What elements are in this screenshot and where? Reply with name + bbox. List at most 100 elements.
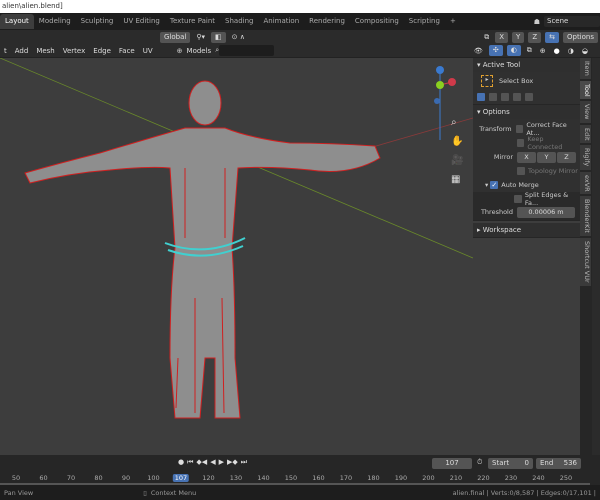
play-icon[interactable]: ▶ bbox=[219, 458, 224, 467]
frame-tick: 190 bbox=[394, 474, 408, 482]
next-keyframe-icon[interactable]: ▶◆ bbox=[227, 458, 238, 467]
mirror-z-button[interactable]: Z bbox=[557, 151, 576, 163]
tab-shading[interactable]: Shading bbox=[220, 14, 258, 29]
orientation-dropdown[interactable]: Global bbox=[160, 31, 191, 43]
menu-add[interactable]: Add bbox=[11, 47, 33, 55]
jump-end-icon[interactable]: ⏭ bbox=[241, 458, 247, 467]
end-value: 536 bbox=[563, 459, 577, 467]
gizmo-icon[interactable]: ✣ bbox=[488, 45, 503, 56]
visibility-icon[interactable]: 👁 bbox=[470, 47, 487, 55]
auto-merge-checkbox[interactable]: ✓ bbox=[490, 181, 499, 189]
auto-merge-icon[interactable]: ⇆ bbox=[545, 31, 559, 43]
menu-select[interactable]: t bbox=[0, 47, 11, 55]
stopwatch-icon[interactable]: ⏱ bbox=[477, 458, 482, 467]
pivot-icon[interactable]: ⚲▾ bbox=[192, 33, 209, 41]
keep-connected-label: Keep Connected bbox=[527, 135, 563, 151]
snap-icon[interactable]: ◧ bbox=[210, 31, 226, 43]
threshold-field[interactable]: 0.00006 m bbox=[517, 206, 575, 218]
mirror-x-button[interactable]: X bbox=[517, 151, 536, 163]
vtab-item[interactable]: Item bbox=[580, 58, 591, 79]
menu-mesh[interactable]: Mesh bbox=[32, 47, 58, 55]
xray-icon[interactable]: ⧉ bbox=[523, 46, 536, 55]
tab-modeling[interactable]: Modeling bbox=[34, 14, 76, 29]
tab-sculpting[interactable]: Sculpting bbox=[76, 14, 119, 29]
prev-keyframe-icon[interactable]: ◆◀ bbox=[196, 458, 207, 467]
select-mode-extend-icon[interactable] bbox=[489, 93, 497, 101]
frame-tick: 70 bbox=[66, 474, 76, 482]
status-stats: alien.final | Verts:0/8,587 | Edges:0/17… bbox=[452, 488, 596, 497]
add-workspace-button[interactable]: + bbox=[445, 14, 461, 29]
tab-rendering[interactable]: Rendering bbox=[304, 14, 350, 29]
frame-tick: 150 bbox=[284, 474, 298, 482]
current-frame-field[interactable]: 107 bbox=[432, 458, 472, 469]
collection-dropdown[interactable]: Models bbox=[183, 47, 216, 55]
search-input[interactable] bbox=[219, 45, 275, 56]
mirror-y-button[interactable]: Y bbox=[537, 151, 556, 163]
auto-merge-label: Auto Merge bbox=[501, 181, 539, 189]
menu-face[interactable]: Face bbox=[115, 47, 139, 55]
select-mode-subtract-icon[interactable] bbox=[501, 93, 509, 101]
active-tool-header[interactable]: ▾ Active Tool bbox=[473, 58, 580, 72]
tab-layout[interactable]: Layout bbox=[0, 14, 34, 29]
tab-scripting[interactable]: Scripting bbox=[404, 14, 445, 29]
vtab-tool[interactable]: Tool bbox=[580, 80, 591, 100]
options-dropdown[interactable]: Options bbox=[562, 31, 598, 43]
tab-compositing[interactable]: Compositing bbox=[350, 14, 404, 29]
tab-texture-paint[interactable]: Texture Paint bbox=[165, 14, 220, 29]
proportional-icon[interactable]: ⊙ ∧ bbox=[228, 33, 249, 41]
vtab-view[interactable]: View bbox=[580, 101, 591, 123]
tab-uv-editing[interactable]: UV Editing bbox=[118, 14, 165, 29]
zoom-icon[interactable]: ⌕ bbox=[451, 113, 463, 132]
3d-viewport[interactable]: ⌕ ✋ 🎥 ▦ bbox=[0, 58, 473, 455]
grid-icon[interactable]: ▦ bbox=[451, 170, 463, 189]
vtab-blenderkit[interactable]: BlenderKit bbox=[580, 196, 591, 237]
mouse-icon: ▯ bbox=[143, 488, 147, 497]
jump-start-icon[interactable]: ⏮ bbox=[187, 458, 193, 467]
record-icon[interactable]: ● bbox=[178, 458, 184, 467]
mirror-icon[interactable]: ⧉ bbox=[480, 33, 493, 42]
menu-uv[interactable]: UV bbox=[139, 47, 157, 55]
vtab-edit[interactable]: Edit bbox=[580, 124, 591, 144]
select-mode-intersect-icon[interactable] bbox=[525, 93, 533, 101]
current-frame-marker[interactable]: 107 bbox=[172, 474, 190, 482]
topology-mirror-label: Topology Mirror bbox=[528, 167, 578, 175]
keep-connected-checkbox[interactable] bbox=[516, 139, 525, 147]
select-mode-invert-icon[interactable] bbox=[513, 93, 521, 101]
vtab-rigify[interactable]: Rigify bbox=[580, 145, 591, 170]
tab-animation[interactable]: Animation bbox=[258, 14, 304, 29]
material-shading-icon[interactable]: ◑ bbox=[564, 47, 578, 55]
scene-selector[interactable]: Scene bbox=[544, 16, 600, 27]
menu-edge[interactable]: Edge bbox=[89, 47, 115, 55]
end-label: End bbox=[540, 459, 554, 467]
scene-icon[interactable]: ☗ bbox=[534, 18, 540, 26]
workspace-header[interactable]: ▸ Workspace bbox=[473, 223, 580, 237]
options-header[interactable]: ▾ Options bbox=[473, 105, 580, 119]
wireframe-shading-icon[interactable]: ⊕ bbox=[536, 47, 550, 55]
select-box-icon[interactable]: ▸ bbox=[481, 75, 493, 87]
axis-x[interactable]: X bbox=[495, 31, 509, 43]
menu-vertex[interactable]: Vertex bbox=[59, 47, 90, 55]
frame-tick: 100 bbox=[147, 474, 160, 482]
split-edges-checkbox[interactable] bbox=[514, 195, 522, 203]
frame-tick: 170 bbox=[339, 474, 353, 482]
axis-z[interactable]: Z bbox=[528, 31, 542, 43]
select-mode-new-icon[interactable] bbox=[477, 93, 485, 101]
end-frame-field[interactable]: End 536 bbox=[536, 458, 581, 469]
pan-hand-icon[interactable]: ✋ bbox=[451, 132, 463, 151]
frame-tick: 220 bbox=[477, 474, 490, 482]
start-frame-field[interactable]: Start 0 bbox=[488, 458, 533, 469]
vtab-exvr[interactable]: exVR bbox=[580, 171, 591, 195]
axis-y[interactable]: Y bbox=[512, 31, 525, 43]
frame-tick: 210 bbox=[449, 474, 463, 482]
solid-shading-icon[interactable]: ● bbox=[550, 47, 564, 55]
workspace-tabs: Layout Modeling Sculpting UV Editing Tex… bbox=[0, 13, 600, 30]
overlay-icon[interactable]: ◐ bbox=[506, 45, 521, 56]
rendered-shading-icon[interactable]: ◒ bbox=[578, 47, 592, 55]
correct-face-checkbox[interactable] bbox=[515, 125, 524, 133]
vtab-shortcut-vur[interactable]: Shortcut VUr bbox=[580, 238, 591, 286]
play-reverse-icon[interactable]: ◀ bbox=[210, 458, 215, 467]
workspace-title: Workspace bbox=[482, 226, 522, 234]
camera-icon[interactable]: 🎥 bbox=[451, 151, 463, 170]
topology-mirror-checkbox[interactable] bbox=[517, 167, 525, 175]
workspace-panel: ▸ Workspace bbox=[473, 223, 580, 238]
